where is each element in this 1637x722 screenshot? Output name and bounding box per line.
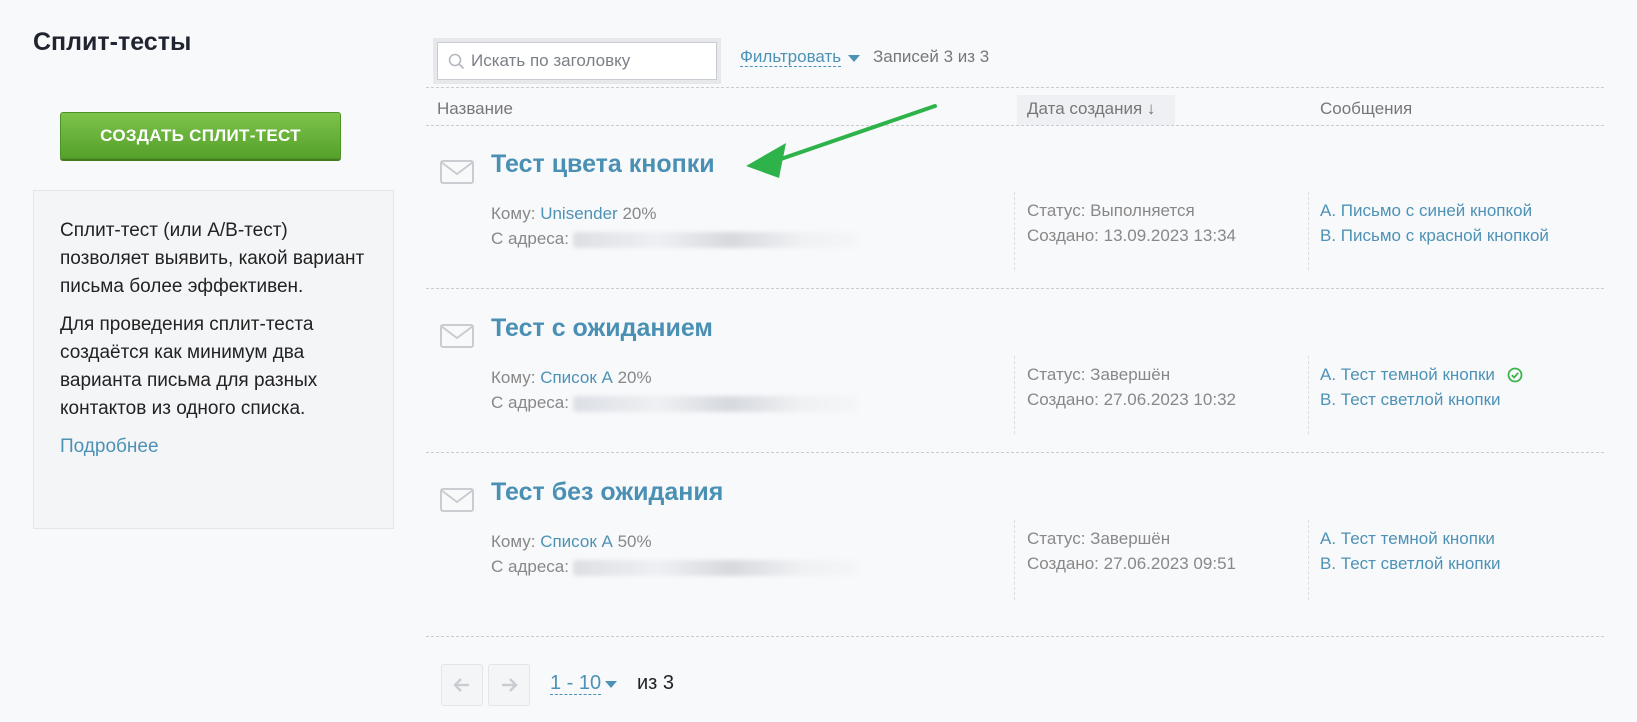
test-sender: С адреса: bbox=[491, 556, 858, 578]
test-status: Статус: Завершён bbox=[1027, 529, 1171, 548]
column-separator bbox=[1014, 192, 1015, 270]
arrow-right-icon bbox=[502, 678, 518, 692]
test-created-date: Создано: 27.06.2023 10:32 bbox=[1027, 390, 1236, 409]
more-link[interactable]: Подробнее bbox=[60, 433, 369, 461]
test-title[interactable]: Тест без ожидания bbox=[491, 478, 723, 507]
message-link-b[interactable]: B. Письмо с красной кнопкой bbox=[1320, 225, 1549, 247]
recipient-list-link[interactable]: Unisender bbox=[540, 204, 618, 223]
envelope-icon bbox=[440, 324, 474, 348]
test-recipients: Кому: Список А 20% bbox=[491, 368, 652, 387]
column-header-messages: Сообщения bbox=[1320, 99, 1413, 118]
search-icon bbox=[448, 53, 465, 69]
test-status: Статус: Выполняется bbox=[1027, 201, 1195, 220]
column-header-name: Название bbox=[437, 99, 513, 118]
divider bbox=[426, 87, 1604, 88]
column-separator bbox=[1308, 520, 1309, 600]
column-separator bbox=[1308, 356, 1309, 434]
row-divider bbox=[426, 288, 1604, 289]
column-header-date[interactable]: Дата создания ↓ bbox=[1017, 95, 1175, 125]
message-link-a[interactable]: A. Тест темной кнопки bbox=[1320, 364, 1495, 386]
test-title[interactable]: Тест с ожиданием bbox=[491, 314, 713, 343]
filter-dropdown[interactable]: Фильтровать bbox=[740, 48, 842, 67]
message-link-b[interactable]: B. Тест светлой кнопки bbox=[1320, 553, 1501, 575]
search-box[interactable] bbox=[437, 42, 717, 80]
test-title[interactable]: Тест цвета кнопки bbox=[491, 150, 715, 179]
test-recipients: Кому: Unisender 20% bbox=[491, 204, 657, 223]
row-divider bbox=[426, 636, 1604, 637]
message-link-a[interactable]: A. Письмо с синей кнопкой bbox=[1320, 200, 1532, 222]
recipient-list-link[interactable]: Список А bbox=[540, 368, 613, 387]
sender-address-redacted bbox=[572, 395, 858, 412]
records-count: Записей 3 из 3 bbox=[873, 47, 990, 66]
pagination-total: из 3 bbox=[637, 672, 675, 694]
prev-page-button[interactable] bbox=[441, 664, 483, 706]
info-paragraph-2: Для проведения сплит-теста создаётся как… bbox=[60, 314, 318, 419]
column-separator bbox=[1014, 520, 1015, 600]
test-created-date: Создано: 27.06.2023 09:51 bbox=[1027, 554, 1236, 573]
test-status: Статус: Завершён bbox=[1027, 365, 1171, 384]
sender-address-redacted bbox=[572, 231, 858, 248]
row-divider bbox=[426, 452, 1604, 453]
test-sender: С адреса: bbox=[491, 392, 858, 414]
message-link-a[interactable]: A. Тест темной кнопки bbox=[1320, 528, 1495, 550]
arrow-left-icon bbox=[453, 678, 469, 692]
search-input[interactable] bbox=[471, 51, 691, 71]
column-separator bbox=[1308, 192, 1309, 270]
test-recipients: Кому: Список А 50% bbox=[491, 532, 652, 551]
envelope-icon bbox=[440, 488, 474, 512]
recipient-list-link[interactable]: Список А bbox=[540, 532, 613, 551]
sender-address-redacted bbox=[572, 559, 858, 576]
winner-check-icon bbox=[1507, 367, 1523, 383]
info-paragraph-1: Сплит-тест (или A/B-тест) позволяет выяв… bbox=[60, 220, 365, 297]
create-split-test-button[interactable]: СОЗДАТЬ СПЛИТ-ТЕСТ bbox=[60, 112, 341, 159]
page-size-caret-icon[interactable] bbox=[605, 681, 617, 688]
page-title: Сплит-тесты bbox=[33, 28, 192, 56]
info-box: Сплит-тест (или A/B-тест) позволяет выяв… bbox=[33, 190, 394, 529]
test-created-date: Создано: 13.09.2023 13:34 bbox=[1027, 226, 1236, 245]
test-sender: С адреса: bbox=[491, 228, 858, 250]
divider bbox=[426, 125, 1604, 126]
column-separator bbox=[1014, 356, 1015, 434]
message-link-b[interactable]: B. Тест светлой кнопки bbox=[1320, 389, 1501, 411]
search-wrapper bbox=[433, 38, 721, 84]
envelope-icon bbox=[440, 160, 474, 184]
page-size-dropdown[interactable]: 1 - 10 bbox=[550, 672, 602, 695]
next-page-button[interactable] bbox=[488, 664, 530, 706]
filter-caret-icon[interactable] bbox=[848, 55, 860, 62]
